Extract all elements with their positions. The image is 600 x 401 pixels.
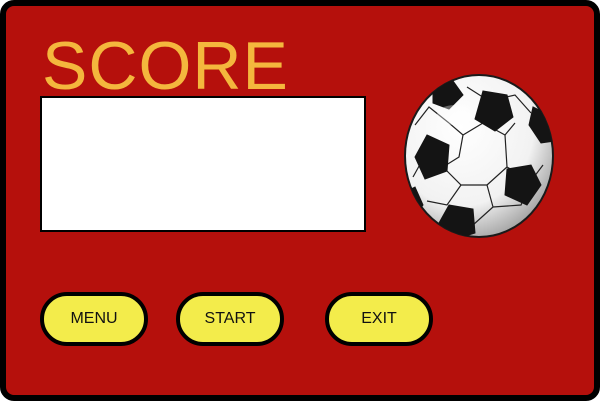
soccer-ball-icon — [404, 74, 554, 238]
score-title: SCORE — [42, 28, 289, 104]
exit-button[interactable]: EXIT — [325, 292, 433, 346]
start-button[interactable]: START — [176, 292, 284, 346]
score-display — [40, 96, 366, 232]
game-screen: SCORE MENU START EXIT — [0, 0, 600, 401]
menu-button[interactable]: MENU — [40, 292, 148, 346]
